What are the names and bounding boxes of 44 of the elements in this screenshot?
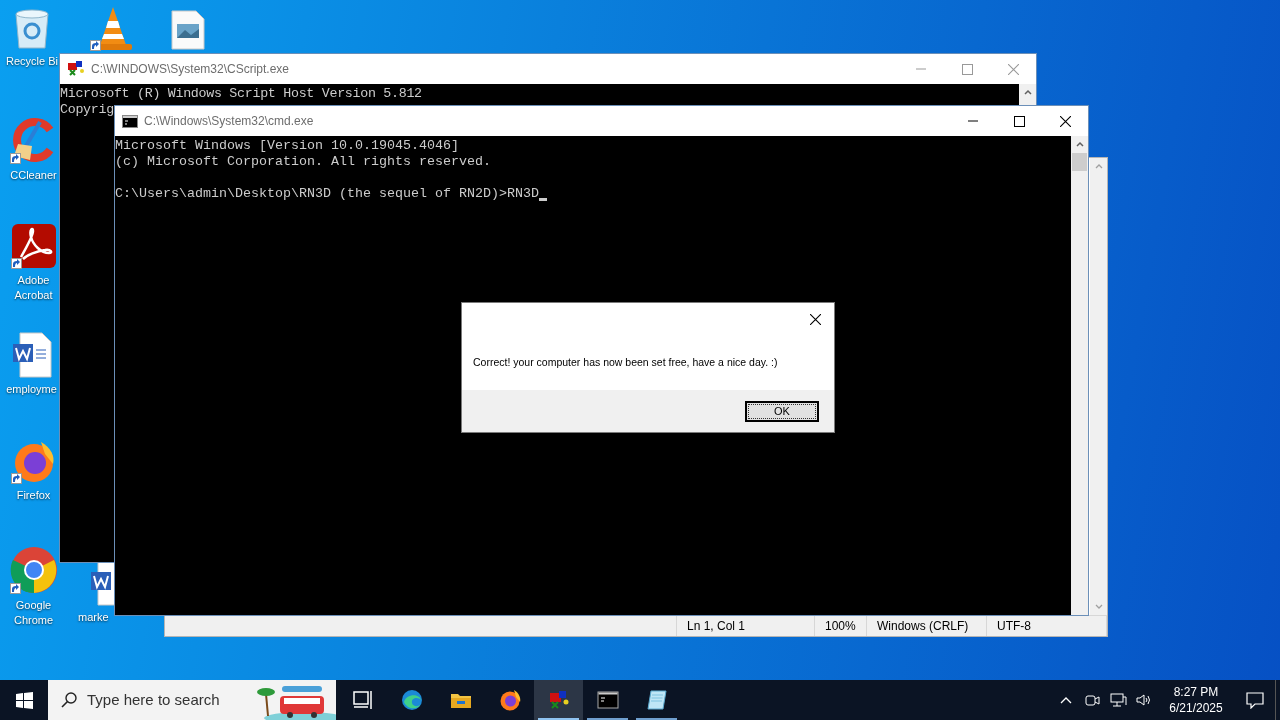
status-bar-item: UTF-8 [997, 618, 1031, 635]
search-placeholder: Type here to search [87, 689, 221, 710]
window-title: C:\WINDOWS\System32\CScript.exe [91, 61, 291, 78]
wave-logo-icon [400, 689, 423, 711]
dialog-message: Correct! your computer has now been set free, have a nice day. :) [473, 355, 778, 370]
console-line: (c) Microsoft Corporation. All rights reserved. [115, 154, 491, 170]
status-bar-item: Windows (CRLF) [877, 618, 969, 635]
notepad-icon [645, 689, 668, 711]
desktop-icon-label[interactable]: marke [78, 610, 109, 625]
clock-time: 8:27 PM [1173, 684, 1219, 700]
windows-logo-icon [15, 691, 33, 709]
desktop-icon-label[interactable]: Adobe Acrobat [8, 273, 59, 303]
search-icon [61, 692, 77, 708]
task-view-icon [351, 689, 374, 711]
fox-globe-icon [498, 689, 521, 711]
search-field[interactable]: Type here to search [48, 680, 336, 720]
round-browser-icon [9, 546, 58, 594]
terminal-icon [122, 114, 138, 128]
terminal-icon [596, 689, 619, 711]
clock[interactable]: 8:27 PM 6/21/2025 [1157, 680, 1235, 720]
window-title: C:\Windows\System32\cmd.exe [144, 113, 315, 130]
pdf-icon [10, 223, 57, 269]
speaker-icon [1135, 691, 1153, 709]
desktop-icon-label[interactable]: Google Chrome [8, 598, 59, 628]
command-prompt: C:\Users\admin\Desktop\RN3D (the sequel of RN2D)>RN3D [115, 186, 539, 202]
script-icon [67, 61, 85, 77]
scrollbar-thumb[interactable] [1072, 153, 1087, 171]
console-line: Microsoft (R) Windows Script Host Version 5.812 [60, 86, 422, 102]
taskbar-button[interactable] [534, 680, 583, 720]
scrollbar[interactable] [1090, 158, 1107, 615]
status-bar-item: Ln 1, Col 1 [687, 618, 746, 635]
desktop-icon-label[interactable]: CCleaner [10, 168, 57, 183]
clock-date: 6/21/2025 [1169, 700, 1223, 716]
desktop-icon-label[interactable]: Firefox [16, 488, 51, 503]
desktop-icon-label[interactable]: employme [6, 382, 57, 397]
speech-bubble-icon [1246, 691, 1264, 709]
console-line: Copyrig [60, 102, 114, 118]
status-bar-item: 100% [825, 618, 856, 635]
network-icon [1109, 691, 1127, 709]
console-line: Microsoft Windows [Version 10.0.19045.4046] [115, 138, 459, 154]
script-icon [547, 689, 570, 711]
desktop-icon-label[interactable]: Recycle Bi [6, 54, 58, 69]
close-icon [809, 313, 821, 325]
ok-button[interactable]: OK [745, 400, 819, 422]
